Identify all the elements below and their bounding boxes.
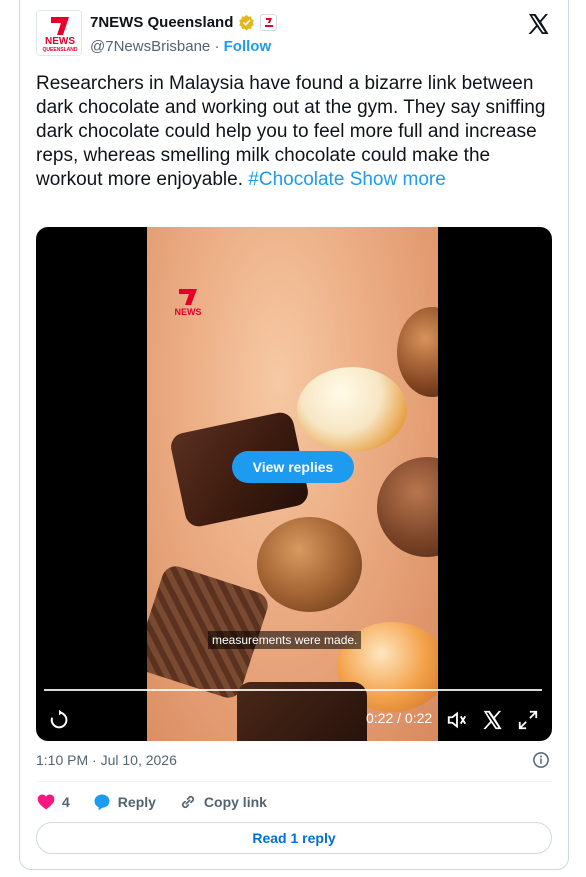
- hashtag-link[interactable]: #Chocolate: [248, 169, 344, 190]
- link-icon: [181, 795, 194, 809]
- volume-icon[interactable]: [446, 709, 468, 731]
- reply-bubble-icon: [94, 794, 110, 811]
- reply-label: Reply: [117, 794, 156, 810]
- video-frame: NEWS: [147, 227, 438, 741]
- heart-icon: [37, 794, 55, 810]
- fullscreen-icon[interactable]: [517, 709, 539, 731]
- read-reply-button[interactable]: Read 1 reply: [36, 822, 552, 854]
- 7news-watermark: NEWS: [169, 287, 209, 326]
- view-replies-button[interactable]: View replies: [232, 451, 354, 483]
- like-button[interactable]: 4: [36, 792, 70, 812]
- follow-button[interactable]: Follow: [224, 38, 272, 55]
- white-chocolate-image: [297, 367, 407, 452]
- x-logo-icon[interactable]: [526, 12, 550, 36]
- tweet-timestamp[interactable]: 1:10 PM · Jul 10, 2026: [36, 752, 177, 768]
- like-count: 4: [62, 794, 70, 810]
- copy-link-label: Copy link: [203, 794, 267, 810]
- copy-link-button[interactable]: Copy link: [178, 792, 267, 812]
- 7news-logo-icon: NEWS QUEENSLAND: [37, 11, 81, 55]
- author-handle-row: @7NewsBrisbane · Follow: [90, 38, 271, 55]
- author-name-row: 7NEWS Queensland: [90, 14, 278, 31]
- tweet-text: Researchers in Malaysia have found a biz…: [36, 72, 556, 192]
- avatar-news-text: NEWS: [45, 36, 75, 47]
- avatar-region-text: QUEENSLAND: [42, 47, 77, 53]
- reply-button[interactable]: Reply: [92, 792, 156, 812]
- video-time: 0:22 / 0:22: [366, 710, 433, 726]
- footer-divider: [36, 781, 552, 782]
- video-player[interactable]: NEWS View replies measurements were made…: [36, 227, 552, 741]
- watermark-text: NEWS: [175, 307, 202, 317]
- hazelnut-truffle-image: [257, 517, 362, 612]
- tweet-actions: 4 Reply Copy link: [36, 792, 289, 812]
- author-handle[interactable]: @7NewsBrisbane: [90, 38, 210, 55]
- replay-icon[interactable]: [48, 709, 70, 731]
- show-more-link[interactable]: Show more: [350, 169, 446, 190]
- edge-chocolate-image: [397, 307, 438, 397]
- embedded-tweet-card: NEWS QUEENSLAND 7NEWS Queensland @7NewsB…: [19, 0, 569, 870]
- author-avatar[interactable]: NEWS QUEENSLAND: [36, 10, 82, 56]
- info-icon[interactable]: [532, 751, 550, 769]
- handle-separator: ·: [214, 38, 220, 55]
- x-share-icon[interactable]: [481, 709, 503, 731]
- video-progress-bar[interactable]: [44, 689, 542, 691]
- verified-badge-icon: [239, 14, 255, 31]
- author-display-name[interactable]: 7NEWS Queensland: [90, 14, 233, 31]
- video-caption: measurements were made.: [208, 631, 362, 649]
- milk-truffle-image: [377, 457, 438, 557]
- affiliate-badge-icon: [260, 14, 278, 31]
